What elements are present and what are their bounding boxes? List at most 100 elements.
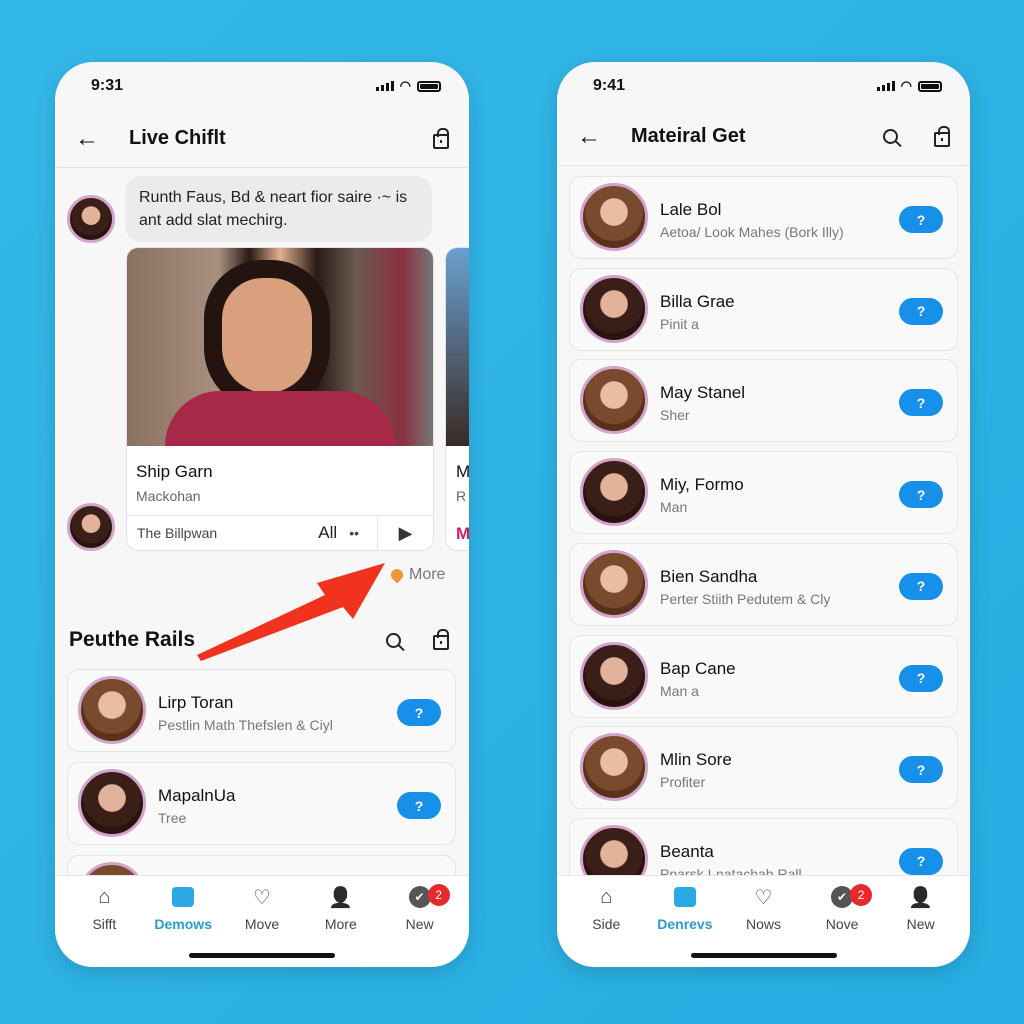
card-footer-text: The Billpwan [137, 525, 218, 541]
list-item[interactable]: May Stanel Sher? [569, 359, 958, 443]
home-indicator [690, 953, 837, 958]
list-item-name: MapalnUa [158, 786, 236, 805]
tab-side[interactable]: ⌂ Side [567, 884, 646, 967]
card-title: Ship Garn [136, 462, 213, 481]
status-time: 9:31 [91, 77, 124, 94]
list-item-name: Miy, Formo [660, 475, 744, 495]
right-phone-screen: 9:41 ◠ ← Mateiral Get Lale Bol Aetoa/ Loo… [557, 62, 970, 967]
action-button[interactable]: ? [899, 756, 943, 784]
tab-label: More [324, 916, 357, 932]
list-item-name: Lale Bol [660, 200, 722, 219]
list-item[interactable]: MapalnUa Tree? [67, 762, 456, 845]
search-icon[interactable] [883, 129, 898, 144]
list-item[interactable]: Bien Sandha Perter Stiith Pedutem & Cly? [569, 542, 958, 626]
action-button[interactable]: ? [899, 664, 943, 692]
list-item[interactable]: Bap Cane Man a? [569, 634, 958, 718]
list-item[interactable]: Lale Bol Aetoa/ Look Mahes (Bork Illy)? [569, 176, 958, 259]
tab-sifft[interactable]: ⌂ Sifft [65, 884, 144, 967]
tab-label: Nove [825, 916, 859, 932]
more-label: More [409, 566, 446, 583]
tab-new[interactable]: 👤 New [881, 884, 960, 967]
header: ← Mateiral Get [557, 108, 970, 166]
play-button[interactable]: ▶ [377, 516, 433, 550]
avatar[interactable] [580, 274, 648, 343]
heart-icon: ♡ [754, 886, 773, 909]
list-item[interactable]: Lirp Toran Pestlin Math Thefslen & Ciyl? [67, 669, 456, 752]
home-icon: ⌂ [600, 885, 613, 908]
list-item[interactable]: Mlin Sore Profiter? [569, 726, 958, 810]
list-item-subtitle: Man [660, 499, 688, 516]
tab-label: Nows [745, 916, 781, 932]
more-dots-icon[interactable]: •• [349, 525, 359, 541]
wifi-icon: ◠ [399, 78, 411, 93]
list-item-subtitle: Profiter [660, 774, 706, 791]
chat-message-bubble: Runth Faus, Bd & neart fior saire ·~ is … [125, 176, 432, 242]
home-icon: ⌂ [98, 885, 111, 908]
status-bar: 9:31 ◠ [91, 76, 441, 96]
list-item-name: Billa Grae [660, 291, 735, 311]
avatar[interactable] [580, 733, 648, 802]
avatar[interactable] [78, 676, 146, 744]
box-icon [172, 884, 195, 910]
list-item-name: May Stanel [660, 383, 746, 403]
card-footer: The Billpwan All •• ▶ [127, 515, 433, 550]
chat-avatar[interactable] [67, 195, 115, 243]
box-shape [172, 887, 195, 907]
action-button[interactable]: ? [899, 847, 943, 875]
page-title: Mateiral Get [631, 125, 746, 147]
avatar[interactable] [580, 366, 648, 435]
header: ← Live Chiflt [55, 110, 469, 168]
person-icon: 👤 [908, 886, 934, 909]
notification-badge: 2 [850, 884, 873, 906]
avatar[interactable] [580, 183, 648, 251]
back-arrow-icon[interactable]: ← [577, 123, 601, 151]
lock-icon[interactable] [934, 125, 950, 147]
bag-icon[interactable] [433, 629, 449, 650]
person-icon: 👤 [328, 886, 354, 909]
tab-new[interactable]: ✔ New 2 [380, 884, 459, 967]
list-item[interactable]: Billa Grae Pinit a? [569, 267, 958, 351]
section-header: Peuthe Rails [69, 628, 449, 652]
list-item-name: Lirp Toran [158, 693, 234, 712]
action-button[interactable]: ? [397, 792, 441, 819]
list-item-subtitle: Pestlin Math Thefslen & Ciyl [158, 717, 333, 733]
tab-label: New [405, 916, 434, 932]
list-item-name: Bap Cane [660, 658, 736, 678]
chat-avatar-2[interactable] [67, 503, 115, 551]
next-media-card[interactable]: M R M [445, 247, 469, 551]
avatar[interactable] [78, 769, 146, 837]
action-button[interactable]: ? [899, 297, 943, 325]
list-item-subtitle: Tree [158, 810, 187, 826]
card-footer-label[interactable]: All [318, 523, 337, 543]
action-button[interactable]: ? [397, 699, 441, 726]
list-item[interactable]: Miy, Formo Man? [569, 451, 958, 535]
lock-icon[interactable] [433, 127, 449, 149]
list-item-subtitle: Perter Stiith Pedutem & Cly [660, 590, 831, 607]
status-bar: 9:41 ◠ [593, 76, 942, 96]
tab-label: Denrevs [657, 916, 713, 932]
avatar[interactable] [580, 641, 648, 710]
action-button[interactable]: ? [899, 572, 943, 600]
action-button[interactable]: ? [899, 206, 943, 233]
signal-icon [876, 81, 895, 91]
tab-label: Sifft [92, 916, 117, 932]
play-icon: ▶ [398, 522, 413, 543]
wifi-icon: ◠ [900, 78, 912, 93]
action-button[interactable]: ? [899, 389, 943, 417]
back-arrow-icon[interactable]: ← [75, 125, 99, 153]
media-card[interactable]: Ship Garn Mackohan The Billpwan All •• ▶ [126, 247, 434, 551]
pin-icon [388, 566, 406, 584]
list-item-subtitle: Man a [660, 682, 699, 699]
home-indicator [189, 953, 335, 958]
action-button[interactable]: ? [899, 481, 943, 509]
status-time: 9:41 [593, 77, 626, 94]
more-link[interactable]: More [388, 566, 446, 584]
battery-icon [417, 80, 441, 92]
tab-label: Side [592, 916, 621, 932]
avatar[interactable] [580, 458, 648, 527]
search-icon[interactable] [386, 632, 401, 648]
avatar[interactable] [580, 549, 648, 618]
signal-icon [375, 81, 394, 91]
left-phone-screen: 9:31 ◠ ← Live Chiflt Runth Faus, Bd & ne… [55, 62, 469, 967]
list-item-name: Mlin Sore [660, 750, 732, 770]
